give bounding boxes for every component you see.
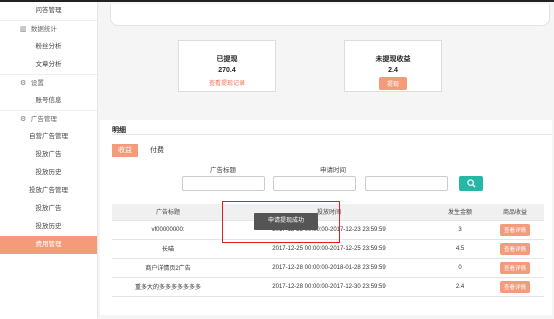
tab-income[interactable]: 收益 <box>112 144 138 157</box>
sidebar-item-placement-mgmt[interactable]: 投放广告管理 <box>0 182 97 200</box>
sidebar-item-own-ads[interactable]: 自营广告管理 <box>0 128 97 146</box>
cell-action: 查看详情 <box>486 277 544 297</box>
view-details-button[interactable]: 查看详情 <box>499 223 530 236</box>
gear-icon: ⚙ <box>20 80 27 87</box>
withdrawn-card: 已提现 270.4 查看提现记录 <box>178 40 276 92</box>
withdrawn-title: 已提现 <box>216 56 238 63</box>
toast-message: 申请提现成功 <box>254 213 318 230</box>
sidebar-item-place-ad[interactable]: 投放广告 <box>0 146 97 164</box>
sidebar-group-label: 设置 <box>30 80 44 87</box>
table-row: 商户详情页2广告 2017-12-28 00:00:00-2018-01-28 … <box>112 258 544 278</box>
search-button[interactable] <box>459 176 483 191</box>
search-icon <box>466 179 476 188</box>
cell-title: 长喵 <box>112 239 224 259</box>
cell-title: vf00000000: <box>112 220 224 240</box>
cell-time: 2017-12-28 00:00:00-2017-12-30 23:59:59 <box>224 277 434 297</box>
view-details-button[interactable]: 查看详情 <box>499 261 530 274</box>
sidebar-group-label: 广告管理 <box>30 116 57 123</box>
ad-title-input[interactable] <box>182 176 265 191</box>
cell-action: 查看详情 <box>486 239 544 259</box>
unwithdrawn-value: 2.4 <box>388 67 398 74</box>
main-content: 已提现 270.4 查看提现记录 未提现收益 2.4 提现 明细 收益 付费 广… <box>98 2 554 319</box>
sidebar-item-place-ad-2[interactable]: 投放广告 <box>0 200 97 218</box>
divider <box>112 134 552 135</box>
cell-amount: 3 <box>434 220 486 240</box>
tab-paid[interactable]: 付费 <box>144 144 170 157</box>
sidebar-group-ads[interactable]: ⚙ 广告管理 <box>0 110 97 128</box>
sidebar-item-history[interactable]: 投放历史 <box>0 164 97 182</box>
cell-amount: 4.5 <box>434 239 486 259</box>
sidebar-group-settings[interactable]: ⚙ 设置 <box>0 74 97 92</box>
col-amount: 发生金额 <box>434 204 486 221</box>
view-details-button[interactable]: 查看详情 <box>499 242 530 255</box>
table-row: 重多大的多多多多多多多 2017-12-28 00:00:00-2017-12-… <box>112 277 544 297</box>
withdrawn-value: 270.4 <box>218 67 236 74</box>
withdraw-history-link[interactable]: 查看提现记录 <box>179 78 275 87</box>
cell-action: 查看详情 <box>486 220 544 240</box>
withdraw-button[interactable]: 提现 <box>378 77 407 90</box>
cell-time: 2017-12-28 00:00:00-2018-01-28 23:59:59 <box>224 258 434 278</box>
sidebar-item-articles[interactable]: 文章分析 <box>0 56 97 74</box>
gear-icon: ⚙ <box>20 116 27 123</box>
end-date-input[interactable] <box>365 176 448 191</box>
cell-action: 查看详情 <box>486 258 544 278</box>
sidebar-group-stats[interactable]: ▥ 数据统计 <box>0 20 97 38</box>
cell-title: 商户详情页2广告 <box>112 258 224 278</box>
cell-amount: 0 <box>434 258 486 278</box>
view-details-button[interactable]: 查看详情 <box>499 280 530 293</box>
sidebar-item-fee-mgmt[interactable]: 费用管理 <box>0 236 97 254</box>
bar-chart-icon: ▥ <box>20 26 27 33</box>
sidebar-item-fans[interactable]: 粉丝分析 <box>0 38 97 56</box>
unwithdrawn-title: 未提现收益 <box>375 56 411 63</box>
cell-amount: 2.4 <box>434 277 486 297</box>
sidebar-group-label: 数据统计 <box>30 26 57 33</box>
ad-title-label: 广告标题 <box>210 167 236 174</box>
start-date-input[interactable] <box>273 176 356 191</box>
apply-time-label: 申请时间 <box>320 167 346 174</box>
unwithdrawn-card: 未提现收益 2.4 提现 <box>344 40 442 92</box>
sidebar-item-history-2[interactable]: 投放历史 <box>0 218 97 236</box>
cell-title: 重多大的多多多多多多多 <box>112 277 224 297</box>
sidebar-item-qa[interactable]: 问答管理 <box>0 2 97 20</box>
col-income: 商品收益 <box>486 204 544 221</box>
top-card <box>110 4 550 26</box>
sidebar-item-account[interactable]: 账号信息 <box>0 92 97 110</box>
sidebar: 问答管理 ▥ 数据统计 粉丝分析 文章分析 ⚙ 设置 账号信息 ⚙ 广告管理 自… <box>0 2 98 319</box>
col-ad-title: 广告标题 <box>112 204 224 221</box>
